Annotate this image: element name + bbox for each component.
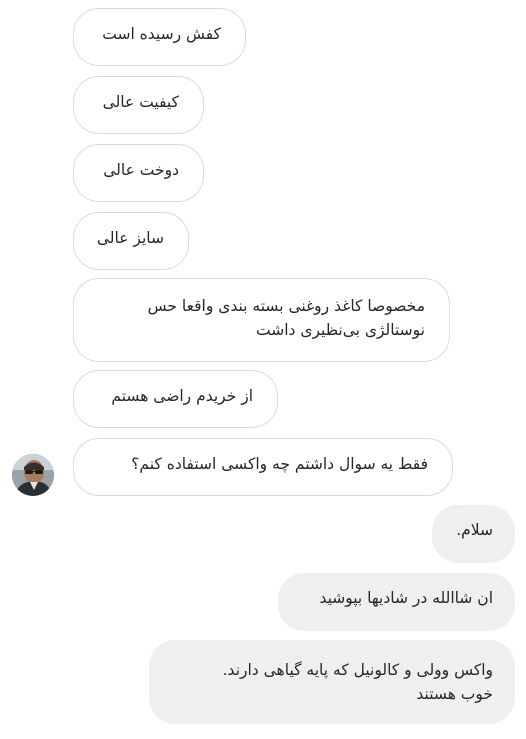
- incoming-message[interactable]: کفش رسیده است: [73, 8, 246, 66]
- message-text: سایز عالی: [96, 229, 164, 247]
- incoming-message[interactable]: مخصوصا کاغذ روغنی بسته بندی واقعا حس نوس…: [73, 278, 450, 362]
- message-text: سلام.: [456, 521, 493, 539]
- message-text: از خریدم راضی هستم: [111, 387, 253, 405]
- outgoing-message[interactable]: ان شاالله در شادیها بپوشید: [278, 573, 515, 631]
- outgoing-message[interactable]: واکس وولی و کالونیل که پایه گیاهی دارند.…: [149, 640, 515, 724]
- message-text: دوخت عالی: [103, 161, 179, 179]
- message-text-line: نوستالژی بی‌نظیری داشت: [255, 321, 425, 339]
- incoming-message[interactable]: فقط یه سوال داشتم چه واکسی استفاده کنم؟: [73, 438, 453, 496]
- message-text-line: واکس وولی و کالونیل که پایه گیاهی دارند.: [222, 661, 493, 679]
- message-text-line: خوب هستند: [416, 685, 493, 703]
- message-text: کیفیت عالی: [102, 93, 179, 111]
- message-text-line: مخصوصا کاغذ روغنی بسته بندی واقعا حس: [147, 297, 425, 315]
- sender-avatar[interactable]: [12, 454, 54, 496]
- message-text: فقط یه سوال داشتم چه واکسی استفاده کنم؟: [131, 455, 428, 473]
- incoming-message[interactable]: دوخت عالی: [73, 144, 204, 202]
- incoming-message[interactable]: سایز عالی: [73, 212, 189, 270]
- incoming-message[interactable]: کیفیت عالی: [73, 76, 204, 134]
- message-text: ان شاالله در شادیها بپوشید: [319, 589, 493, 607]
- message-text: کفش رسیده است: [102, 25, 221, 43]
- message-thread: کفش رسیده است کیفیت عالی دوخت عالی سایز …: [0, 0, 526, 739]
- outgoing-message[interactable]: سلام.: [432, 505, 515, 563]
- incoming-message[interactable]: از خریدم راضی هستم: [73, 370, 278, 428]
- avatar-image: [12, 454, 54, 496]
